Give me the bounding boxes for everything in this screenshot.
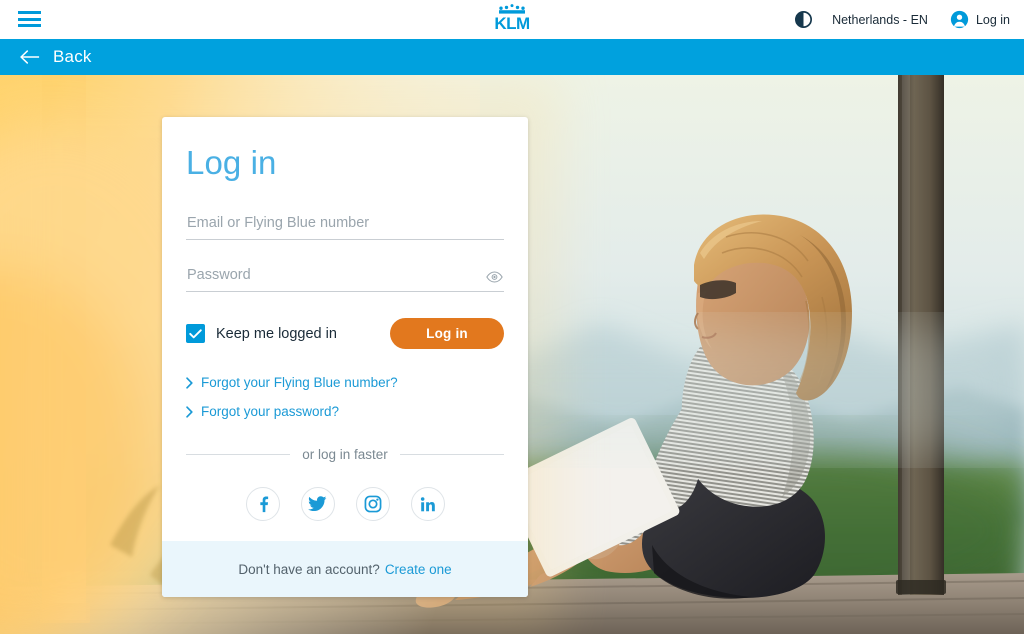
password-input[interactable] xyxy=(186,267,504,292)
back-button[interactable]: Back xyxy=(0,47,92,67)
checkmark-icon xyxy=(189,328,202,338)
divider-label: or log in faster xyxy=(302,447,388,462)
header-login-link[interactable]: Log in xyxy=(940,10,1010,29)
header-right-controls: Netherlands - EN Log in xyxy=(786,0,1010,39)
footer-prompt-text: Don't have an account? xyxy=(238,561,380,577)
twitter-login-button[interactable] xyxy=(300,487,335,521)
social-login-buttons xyxy=(186,487,504,521)
login-card-footer: Don't have an account? Create one xyxy=(162,541,528,597)
klm-wordmark: KLM xyxy=(494,14,530,33)
login-card: Log in Email or Flying Blue number Keep … xyxy=(162,117,528,597)
keep-logged-in-row: Keep me logged in Log in xyxy=(186,318,504,349)
forgot-password-link[interactable]: Forgot your password? xyxy=(186,404,504,419)
social-divider: or log in faster xyxy=(186,447,505,462)
contrast-toggle-icon[interactable] xyxy=(786,0,820,39)
forgot-password-label: Forgot your password? xyxy=(201,404,340,419)
login-submit-button[interactable]: Log in xyxy=(390,318,504,349)
user-avatar-icon xyxy=(950,10,969,29)
country-language-selector[interactable]: Netherlands - EN xyxy=(820,13,940,27)
divider-line-right xyxy=(399,454,505,455)
linkedin-icon xyxy=(420,496,435,511)
linkedin-login-button[interactable] xyxy=(410,487,445,521)
chevron-right-icon xyxy=(186,376,193,389)
facebook-login-button[interactable] xyxy=(245,487,280,521)
forgot-flying-blue-number-label: Forgot your Flying Blue number? xyxy=(201,375,398,390)
back-button-label: Back xyxy=(53,47,92,66)
login-card-body: Log in Email or Flying Blue number Keep … xyxy=(162,117,528,521)
keep-logged-in-checkbox[interactable] xyxy=(186,324,205,343)
top-header: KLM Netherlands - EN Log in xyxy=(0,0,1024,39)
hamburger-menu-icon[interactable] xyxy=(18,9,42,29)
twitter-icon xyxy=(308,496,327,512)
password-reveal-eye-icon[interactable] xyxy=(484,269,504,285)
arrow-left-icon xyxy=(20,50,40,64)
create-account-link[interactable]: Create one xyxy=(385,562,452,577)
password-field-wrapper xyxy=(186,266,504,292)
facebook-icon xyxy=(259,496,268,513)
keep-logged-in-label: Keep me logged in xyxy=(216,325,337,342)
login-card-title: Log in xyxy=(186,144,277,181)
klm-logo[interactable]: KLM xyxy=(485,4,539,36)
email-input[interactable] xyxy=(186,215,504,240)
chevron-right-icon xyxy=(186,405,193,418)
email-field-wrapper xyxy=(186,214,504,240)
klm-login-page: KLM Netherlands - EN Log in Back Log in … xyxy=(0,0,1024,634)
header-login-label: Log in xyxy=(975,12,1010,27)
divider-line-left xyxy=(186,454,291,455)
keep-logged-in-toggle[interactable]: Keep me logged in xyxy=(186,324,337,343)
forgot-flying-blue-number-link[interactable]: Forgot your Flying Blue number? xyxy=(186,375,504,390)
back-bar: Back xyxy=(0,39,1024,75)
instagram-login-button[interactable] xyxy=(355,487,390,521)
instagram-icon xyxy=(364,495,381,513)
